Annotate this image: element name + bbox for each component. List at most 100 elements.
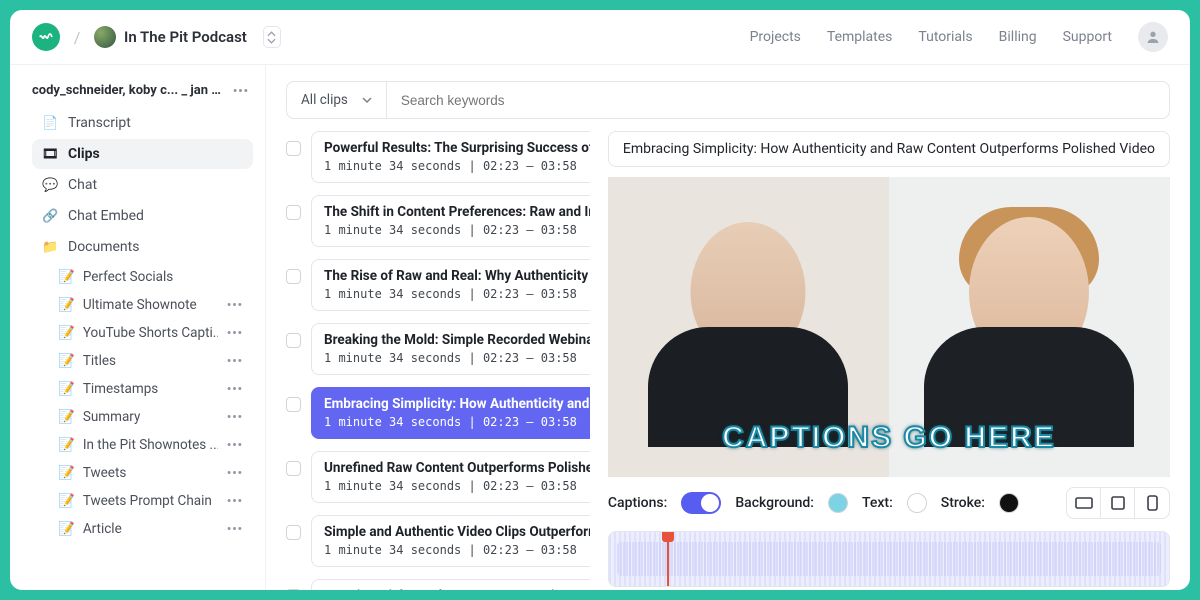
clip-checkbox[interactable] [286,397,301,412]
app-logo[interactable] [32,23,60,51]
clip-title: Creating Higher Value Content: Boosting … [324,588,590,590]
sidebar-item-label: Chat Embed [68,208,144,224]
clips-filter-dropdown[interactable]: All clips [287,82,387,118]
document-more-button[interactable]: ••• [223,438,247,452]
clip-checkbox[interactable] [286,269,301,284]
document-more-button[interactable]: ••• [223,354,247,368]
clip-checkbox[interactable] [286,205,301,220]
document-icon: 📝 [58,269,75,285]
sidebar-item-chat-embed[interactable]: 🔗 Chat Embed [32,201,253,231]
text-color-swatch[interactable] [907,493,927,513]
captions-toggle[interactable] [681,492,721,514]
nav-tutorials[interactable]: Tutorials [918,29,972,45]
clip-card[interactable]: Simple and Authentic Video Clips Outperf… [311,515,590,567]
user-avatar[interactable] [1138,22,1168,52]
sidebar-item-documents[interactable]: 📁 Documents [32,232,253,262]
document-item[interactable]: 📝Summary••• [50,403,253,431]
document-label: Timestamps [83,381,158,397]
clip-title: Unrefined Raw Content Outperforms Polish… [324,460,590,476]
clip-checkbox[interactable] [286,525,301,540]
nav-billing[interactable]: Billing [999,29,1037,45]
document-label: Ultimate Shownote [83,297,197,313]
clip-card[interactable]: The Rise of Raw and Real: Why Authentici… [311,259,590,311]
caption-overlay-text: CAPTIONS GO HERE [722,421,1056,455]
document-label: Tweets Prompt Chain [83,493,212,509]
clip-card[interactable]: Creating Higher Value Content: Boosting … [311,579,590,590]
document-icon: 📝 [58,297,75,313]
clips-icon: 🎞 [42,147,58,162]
document-label: Article [83,521,122,537]
clip-meta: 1 minute 34 seconds | 02:23 – 03:58 [324,543,590,557]
document-icon: 📝 [58,521,75,537]
document-label: Tweets [83,465,127,481]
clip-card[interactable]: The Shift in Content Preferences: Raw an… [311,195,590,247]
stroke-color-swatch[interactable] [999,493,1019,513]
clip-title: Powerful Results: The Surprising Success… [324,140,590,156]
document-item[interactable]: 📝 Timestamps ••• [50,375,253,403]
document-icon: 📝 [58,465,75,481]
clip-checkbox[interactable] [286,589,301,590]
clip-meta: 1 minute 34 seconds | 02:23 – 03:58 [324,159,590,173]
chevron-down-icon [362,97,372,103]
clip-checkbox[interactable] [286,141,301,156]
nav-projects[interactable]: Projects [750,29,801,45]
sidebar-item-clips[interactable]: 🎞 Clips [32,139,253,169]
document-item[interactable]: 📝 Article ••• [50,515,253,543]
background-label: Background: [735,495,814,511]
captions-label: Captions: [608,495,667,511]
document-more-button[interactable]: ••• [223,298,247,312]
sidebar-item-chat[interactable]: 💬 Chat [32,170,253,200]
chat-icon: 💬 [42,178,58,193]
document-label: YouTube Shorts Capti... [83,325,218,341]
clip-title: The Rise of Raw and Real: Why Authentici… [324,268,590,284]
clip-checkbox[interactable] [286,333,301,348]
podcast-name: In The Pit Podcast [124,28,247,46]
document-label: Titles [83,353,116,369]
document-more-button[interactable]: ••• [223,382,247,396]
transcript-icon: 📄 [42,116,58,131]
document-item[interactable]: 📝Perfect Socials [50,263,253,291]
documents-icon: 📁 [42,240,58,255]
clip-card[interactable]: Powerful Results: The Surprising Success… [311,131,590,183]
document-more-button[interactable]: ••• [223,522,247,536]
document-icon: 📝 [58,381,75,397]
clip-meta: 1 minute 34 seconds | 02:23 – 03:58 [324,479,590,493]
document-more-button[interactable]: ••• [223,494,247,508]
chat-embed-icon: 🔗 [42,209,58,224]
timeline[interactable] [608,531,1170,587]
sidebar-item-transcript[interactable]: 📄 Transcript [32,108,253,138]
document-more-button[interactable]: ••• [223,410,247,424]
project-more-button[interactable]: ••• [229,84,253,98]
breadcrumb-podcast[interactable]: In The Pit Podcast [94,26,281,48]
document-item[interactable]: 📝YouTube Shorts Capti...••• [50,319,253,347]
aspect-square-button[interactable] [1101,488,1135,518]
sidebar-item-label: Documents [68,239,139,255]
nav-templates[interactable]: Templates [827,29,893,45]
playhead[interactable] [667,531,669,587]
chevron-up-down-icon[interactable] [263,26,281,48]
clip-card[interactable]: Unrefined Raw Content Outperforms Polish… [311,451,590,503]
document-more-button[interactable]: ••• [223,466,247,480]
document-item[interactable]: 📝Titles••• [50,347,253,375]
sidebar-item-label: Chat [68,177,97,193]
nav-support[interactable]: Support [1063,29,1112,45]
document-item[interactable]: 📝 Tweets ••• [50,459,253,487]
document-icon: 📝 [58,493,75,509]
project-title[interactable]: cody_schneider, koby c... _ jan 8... [32,83,222,98]
clip-card[interactable]: Breaking the Mold: Simple Recorded Webin… [311,323,590,375]
document-more-button[interactable]: ••• [223,326,247,340]
sidebar-item-label: Clips [68,146,100,162]
aspect-portrait-button[interactable] [1135,488,1169,518]
clip-card[interactable]: Embracing Simplicity: How Authenticity a… [311,387,590,439]
document-label: In the Pit Shownotes ... [83,437,218,453]
search-input[interactable] [387,93,1169,108]
video-preview[interactable]: CAPTIONS GO HERE [608,177,1170,477]
sidebar-item-label: Transcript [68,115,131,131]
document-item[interactable]: 📝In the Pit Shownotes ...••• [50,431,253,459]
aspect-landscape-button[interactable] [1067,488,1101,518]
document-item[interactable]: 📝 Tweets Prompt Chain ••• [50,487,253,515]
document-item[interactable]: 📝 Ultimate Shownote ••• [50,291,253,319]
background-color-swatch[interactable] [828,493,848,513]
clip-checkbox[interactable] [286,461,301,476]
document-icon: 📝 [58,409,75,425]
